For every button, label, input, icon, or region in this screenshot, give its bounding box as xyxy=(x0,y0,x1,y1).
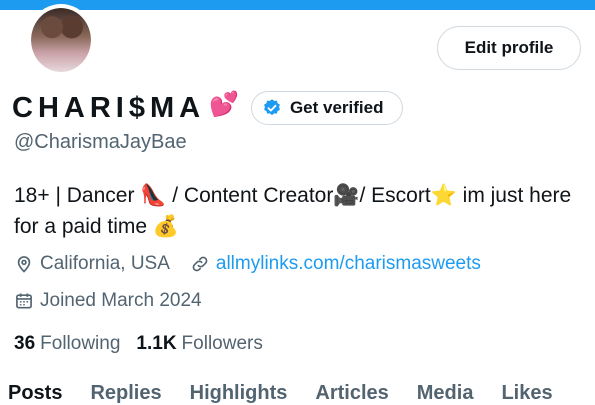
profile-website-link[interactable]: allmylinks.com/charismasweets xyxy=(216,253,481,275)
avatar[interactable] xyxy=(27,4,95,76)
tab-articles[interactable]: Articles xyxy=(315,382,388,404)
verified-badge-icon xyxy=(264,99,280,116)
profile-handle: @CharismaJayBae xyxy=(14,131,187,153)
followers-link[interactable]: 1.1K Followers xyxy=(136,333,262,355)
location-text: California, USA xyxy=(40,253,170,274)
tab-media[interactable]: Media xyxy=(417,382,474,404)
name-row: CHARI$MA 💕 Get verified xyxy=(12,88,403,128)
location-pin-icon xyxy=(17,256,31,273)
edit-profile-button[interactable]: Edit profile xyxy=(437,26,581,70)
tab-highlights[interactable]: Highlights xyxy=(190,382,288,404)
get-verified-label: Get verified xyxy=(289,98,384,117)
joined-date: Joined March 2024 xyxy=(40,290,202,311)
get-verified-button[interactable]: Get verified xyxy=(250,91,403,125)
display-name: CHARI$MA xyxy=(12,91,206,124)
following-count: 36 xyxy=(14,333,36,354)
avatar-image xyxy=(31,8,91,72)
following-link[interactable]: 36 Following xyxy=(14,333,120,355)
tab-likes[interactable]: Likes xyxy=(501,382,552,404)
profile-meta: California, USA allmylinks.com/charismas… xyxy=(14,251,481,277)
joined-date-row: Joined March 2024 xyxy=(14,288,202,314)
hearts-emoji: 💕 xyxy=(209,90,239,118)
profile-bio: 18+ | Dancer 👠 / Content Creator🎥/ Escor… xyxy=(14,184,572,238)
followers-count: 1.1K xyxy=(136,333,177,354)
profile-tabs: Posts Replies Highlights Articles Media … xyxy=(8,382,581,404)
link-icon xyxy=(192,256,208,272)
following-label: Following xyxy=(40,333,121,354)
calendar-icon xyxy=(16,293,32,309)
follow-stats: 36 Following 1.1K Followers xyxy=(14,331,263,357)
tab-posts[interactable]: Posts xyxy=(8,382,62,404)
followers-label: Followers xyxy=(181,333,263,354)
tab-replies[interactable]: Replies xyxy=(90,382,161,404)
profile-banner[interactable] xyxy=(0,0,595,10)
